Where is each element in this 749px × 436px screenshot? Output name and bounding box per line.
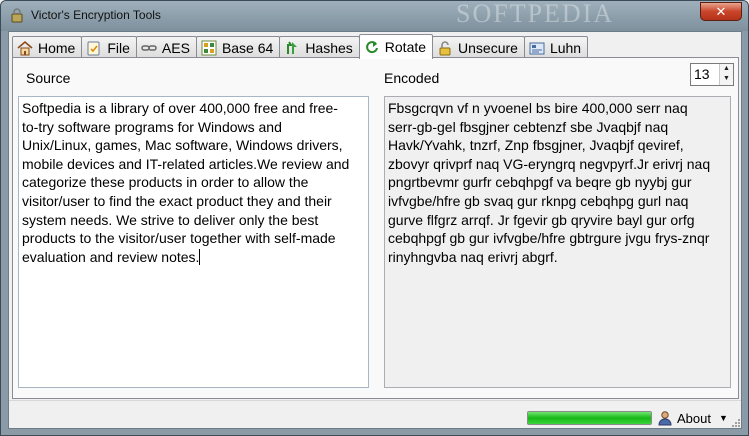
chevron-down-icon: ▼	[718, 413, 728, 423]
resize-grip-icon[interactable]	[730, 417, 740, 427]
file-icon	[87, 41, 100, 55]
card-icon	[529, 42, 545, 54]
rotate-icon	[365, 41, 378, 54]
spinner-arrows[interactable]: ▲ ▼	[719, 64, 733, 85]
lock-icon	[11, 8, 23, 23]
spin-down-icon[interactable]: ▼	[720, 74, 733, 84]
tab-base64[interactable]: Base 64	[195, 36, 281, 58]
tab-label: AES	[161, 39, 190, 56]
progress-fill	[528, 412, 651, 424]
client-area: Home File AES Base 64 Hashes Rotate Unse…	[8, 31, 742, 429]
status-bar: About ▼	[9, 400, 741, 428]
tab-rotate[interactable]: Rotate	[358, 34, 434, 59]
grid-icon	[201, 40, 217, 55]
watermark: SOFTPEDIA	[456, 0, 615, 28]
rotation-spinner[interactable]: 13 ▲ ▼	[690, 63, 734, 86]
arrow-up-icon	[287, 40, 298, 54]
chain-icon	[141, 44, 157, 51]
app-window: SOFTPEDIA Victor's Encryption Tools ✕ Ho…	[0, 0, 749, 436]
text-caret	[199, 248, 201, 265]
source-text: Softpedia is a library of over 400,000 f…	[22, 100, 350, 265]
window-title: Victor's Encryption Tools	[31, 8, 161, 22]
unlock-icon	[439, 40, 451, 55]
tab-home[interactable]: Home	[12, 36, 83, 58]
tab-label: Luhn	[549, 39, 582, 56]
tab-aes[interactable]: AES	[135, 36, 197, 58]
encoded-textbox[interactable]: Fbsgcrqvn vf n yvoenel bs bire 400,000 s…	[384, 96, 731, 388]
tab-label: Rotate	[384, 39, 427, 55]
about-dropdown[interactable]: About ▼	[657, 409, 728, 427]
rotate-panel: Source Encoded 13 ▲ ▼ Softpedia is a lib…	[12, 57, 739, 399]
spin-up-icon[interactable]: ▲	[720, 64, 733, 74]
user-icon	[658, 411, 672, 426]
progress-bar	[527, 411, 652, 425]
tab-luhn[interactable]: Luhn	[523, 36, 589, 58]
encoded-label: Encoded	[384, 70, 440, 86]
tab-strip: Home File AES Base 64 Hashes Rotate Unse…	[12, 34, 589, 59]
tab-label: Unsecure	[458, 39, 518, 56]
rotation-value: 13	[694, 66, 710, 82]
tab-hashes[interactable]: Hashes	[279, 36, 360, 58]
tab-label: Home	[38, 39, 76, 56]
tab-file[interactable]: File	[81, 36, 137, 58]
tab-label: File	[107, 39, 130, 56]
home-icon	[17, 40, 33, 55]
tab-label: Base 64	[221, 39, 274, 56]
tab-unsecure[interactable]: Unsecure	[432, 36, 525, 58]
source-textbox[interactable]: Softpedia is a library of over 400,000 f…	[18, 96, 369, 388]
tab-label: Hashes	[305, 39, 353, 56]
about-label: About	[677, 410, 711, 426]
close-button[interactable]: ✕	[700, 2, 742, 21]
encoded-text: Fbsgcrqvn vf n yvoenel bs bire 400,000 s…	[388, 100, 711, 265]
title-bar[interactable]: SOFTPEDIA Victor's Encryption Tools ✕	[1, 1, 748, 31]
source-label: Source	[26, 70, 71, 86]
